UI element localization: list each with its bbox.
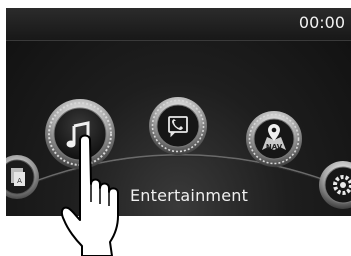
screenshot-stage: 00:00 A NAV Entertainment <box>0 0 351 256</box>
gear-icon <box>319 161 351 209</box>
svg-text:NAV: NAV <box>266 143 283 151</box>
pointing-hand-icon <box>58 132 138 256</box>
document-a-icon: A <box>6 155 39 199</box>
svg-text:A: A <box>17 177 22 185</box>
phone-screen-icon <box>149 97 207 155</box>
left-app-button[interactable]: A <box>6 154 40 200</box>
nav-app-button[interactable]: NAV <box>245 110 303 168</box>
nav-map-icon: NAV <box>246 111 302 167</box>
settings-app-button[interactable] <box>318 160 351 210</box>
phone-app-button[interactable] <box>148 96 208 156</box>
selected-category-label: Entertainment <box>130 186 249 205</box>
